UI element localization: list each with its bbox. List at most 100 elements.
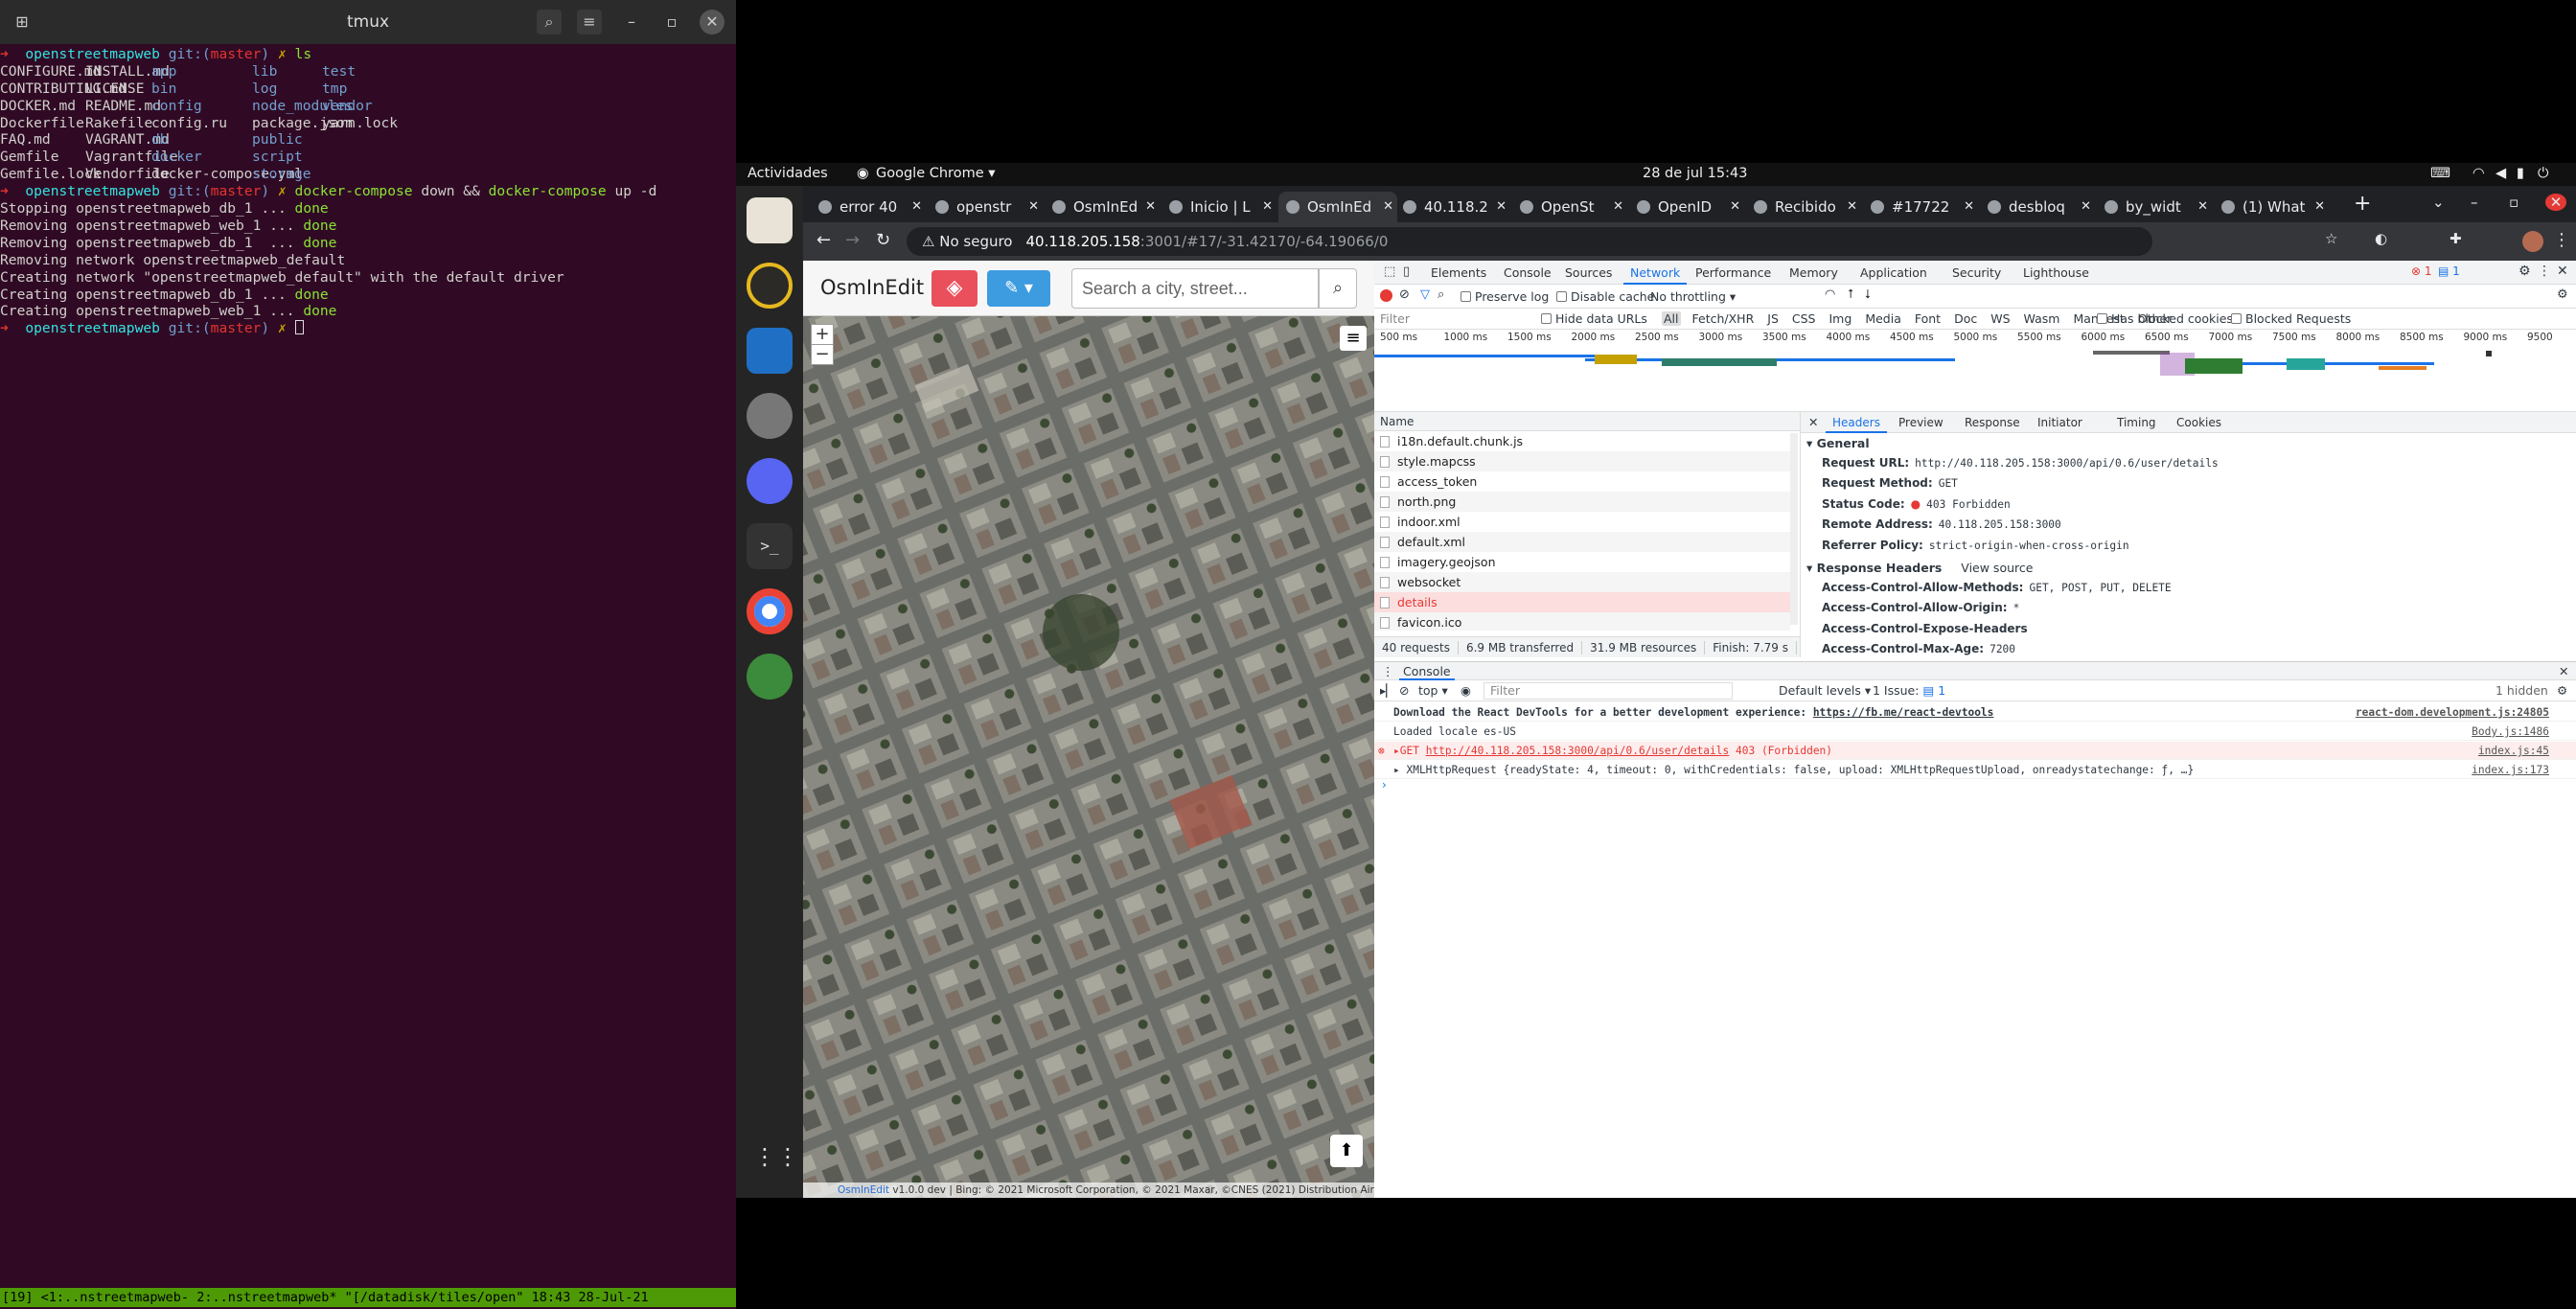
- network-filter-input[interactable]: Filter: [1380, 311, 1410, 326]
- request-list-scrollbar[interactable]: [1790, 433, 1798, 625]
- attribution-link[interactable]: OsmInEdit: [838, 1184, 889, 1196]
- detail-tab-cookies[interactable]: Cookies: [2170, 412, 2228, 433]
- drawer-menu-icon[interactable]: ⋮: [1382, 664, 1394, 678]
- error-count[interactable]: ⊗ 1: [2411, 264, 2432, 278]
- request-row[interactable]: indoor.xml: [1374, 512, 1790, 532]
- minimize-icon[interactable]: –: [619, 10, 644, 34]
- filter-type-doc[interactable]: Doc: [1952, 311, 1979, 326]
- throttling-select[interactable]: No throttling ▾: [1650, 289, 1736, 304]
- browser-tab[interactable]: desbloq ✕: [1980, 192, 2095, 222]
- kebab-menu-icon[interactable]: ⋮: [2553, 230, 2570, 250]
- preserve-log-checkbox[interactable]: Preserve log: [1460, 289, 1549, 304]
- geolocate-icon[interactable]: ⬆: [1330, 1135, 1363, 1167]
- osm-logo[interactable]: OsmInEdit: [820, 276, 924, 299]
- window-minimize-icon[interactable]: –: [2471, 194, 2478, 211]
- omnibox[interactable]: ⚠ No seguro 40.118.205.158:3001/#17/-31.4…: [907, 227, 2152, 256]
- console-source-link[interactable]: Body.js:1486: [2472, 723, 2549, 741]
- chrome-icon[interactable]: [747, 588, 793, 634]
- console-message[interactable]: Download the React DevTools for a better…: [1374, 703, 2576, 722]
- filter-type-fetch-xhr[interactable]: Fetch/XHR: [1690, 311, 1757, 326]
- new-tab-icon[interactable]: +: [2354, 192, 2371, 216]
- blocked-requests-checkbox[interactable]: Blocked Requests: [2231, 311, 2351, 326]
- export-har-icon[interactable]: ⭣: [1865, 287, 1871, 302]
- detail-tab-timing[interactable]: Timing: [2110, 412, 2163, 433]
- wifi-conditions-icon[interactable]: ◠: [1825, 287, 1835, 302]
- tab-close-icon[interactable]: ✕: [1847, 192, 1857, 222]
- detail-tab-response[interactable]: Response: [1958, 412, 2027, 433]
- window-restore-icon[interactable]: ▫: [2509, 194, 2518, 211]
- request-row[interactable]: imagery.geojson: [1374, 552, 1790, 572]
- writer-icon[interactable]: [747, 328, 793, 374]
- console-source-link[interactable]: react-dom.development.js:24805: [2356, 703, 2549, 722]
- console-message[interactable]: ⊗ ▸GET http://40.118.205.158:3000/api/0.6…: [1374, 742, 2576, 760]
- browser-tab[interactable]: OpenSt ✕: [1512, 192, 1627, 222]
- security-label[interactable]: No seguro: [939, 233, 1012, 250]
- menu-icon[interactable]: ≡: [577, 10, 602, 34]
- terminal-output[interactable]: ➜ openstreetmapweb git:(master) ✗ ls CONF…: [0, 46, 736, 337]
- show-apps-icon[interactable]: ⋮⋮: [753, 1140, 799, 1173]
- battery-icon[interactable]: ▮: [2517, 166, 2524, 181]
- sidebar-toggle-icon[interactable]: ▸▏: [1380, 683, 1395, 698]
- clock[interactable]: 28 de jul 15:43: [1643, 166, 1747, 181]
- tab-close-icon[interactable]: ✕: [1262, 192, 1273, 222]
- app-icon[interactable]: [747, 654, 793, 700]
- browser-tab[interactable]: OsmInEd ✕: [1278, 192, 1397, 222]
- browser-tab[interactable]: Recibido ✕: [1746, 192, 1861, 222]
- filter-type-img[interactable]: Img: [1828, 311, 1854, 326]
- layers-button[interactable]: ◈: [932, 270, 978, 307]
- filter-type-all[interactable]: All: [1662, 311, 1681, 326]
- tab-close-icon[interactable]: ✕: [1028, 192, 1039, 222]
- devtools-tab-performance[interactable]: Performance: [1689, 261, 1778, 285]
- record-icon[interactable]: [1380, 289, 1392, 302]
- blocked-cookies-checkbox[interactable]: Has blocked cookies: [2097, 311, 2233, 326]
- extension-icon[interactable]: ◐: [2375, 230, 2387, 247]
- search-network-icon[interactable]: ⌕: [1438, 287, 1444, 302]
- terminal-icon[interactable]: >_: [747, 523, 793, 569]
- request-row[interactable]: details: [1374, 592, 1790, 612]
- browser-tab[interactable]: by_widt ✕: [2097, 192, 2212, 222]
- filter-type-js[interactable]: JS: [1765, 311, 1781, 326]
- power-icon[interactable]: ⏻: [2538, 166, 2548, 181]
- tab-search-icon[interactable]: ⌄: [2432, 194, 2445, 211]
- tab-close-icon[interactable]: ✕: [1496, 192, 1506, 222]
- network-settings-icon[interactable]: ⚙: [2557, 287, 2568, 302]
- console-link[interactable]: http://40.118.205.158:3000/api/0.6/user/…: [1426, 745, 1730, 757]
- edit-button[interactable]: ✎ ▾: [987, 270, 1050, 307]
- console-link[interactable]: https://fb.me/react-devtools: [1813, 706, 1994, 719]
- activities-button[interactable]: Actividades: [748, 166, 828, 181]
- browser-tab[interactable]: OsmInEd ✕: [1045, 192, 1160, 222]
- tab-close-icon[interactable]: ✕: [2081, 192, 2091, 222]
- browser-tab[interactable]: OpenID ✕: [1629, 192, 1744, 222]
- console-prompt[interactable]: ›: [1382, 778, 1387, 792]
- filter-type-css[interactable]: CSS: [1790, 311, 1818, 326]
- devtools-tab-console[interactable]: Console: [1497, 261, 1558, 285]
- context-select[interactable]: top ▾: [1418, 683, 1448, 698]
- reload-icon[interactable]: ↻: [876, 230, 890, 250]
- hide-data-urls-checkbox[interactable]: Hide data URLs: [1541, 311, 1647, 326]
- drawer-console-tab[interactable]: Console: [1399, 664, 1455, 680]
- avatar[interactable]: [2522, 231, 2543, 252]
- devtools-tab-lighthouse[interactable]: Lighthouse: [2016, 261, 2096, 285]
- tab-close-icon[interactable]: ✕: [1383, 192, 1393, 222]
- zoom-in-button[interactable]: +: [811, 324, 834, 345]
- issues-button[interactable]: 1 Issue: ▤ 1: [1873, 683, 1945, 698]
- console-message[interactable]: Loaded locale es-US Body.js:1486: [1374, 723, 2576, 741]
- live-expression-icon[interactable]: ◉: [1460, 683, 1471, 698]
- tab-close-icon[interactable]: ✕: [2197, 192, 2208, 222]
- warning-icon[interactable]: ⚠: [922, 233, 934, 250]
- filter-type-media[interactable]: Media: [1863, 311, 1903, 326]
- request-row[interactable]: north.png: [1374, 492, 1790, 512]
- browser-tab[interactable]: (1) What ✕: [2214, 192, 2329, 222]
- wifi-icon[interactable]: ◠: [2472, 166, 2485, 181]
- request-row[interactable]: style.mapcss: [1374, 451, 1790, 471]
- request-row[interactable]: default.xml: [1374, 532, 1790, 552]
- discord-icon[interactable]: [747, 458, 793, 504]
- console-filter-input[interactable]: Filter: [1484, 682, 1733, 700]
- browser-tab[interactable]: Inicio | L ✕: [1162, 192, 1276, 222]
- close-devtools-icon[interactable]: ✕: [2557, 264, 2568, 279]
- files-icon[interactable]: [747, 197, 793, 243]
- tab-close-icon[interactable]: ✕: [1730, 192, 1740, 222]
- general-section-title[interactable]: ▾ General: [1806, 433, 1870, 454]
- tab-close-icon[interactable]: ✕: [1613, 192, 1623, 222]
- puzzle-icon[interactable]: ✚: [2450, 230, 2462, 247]
